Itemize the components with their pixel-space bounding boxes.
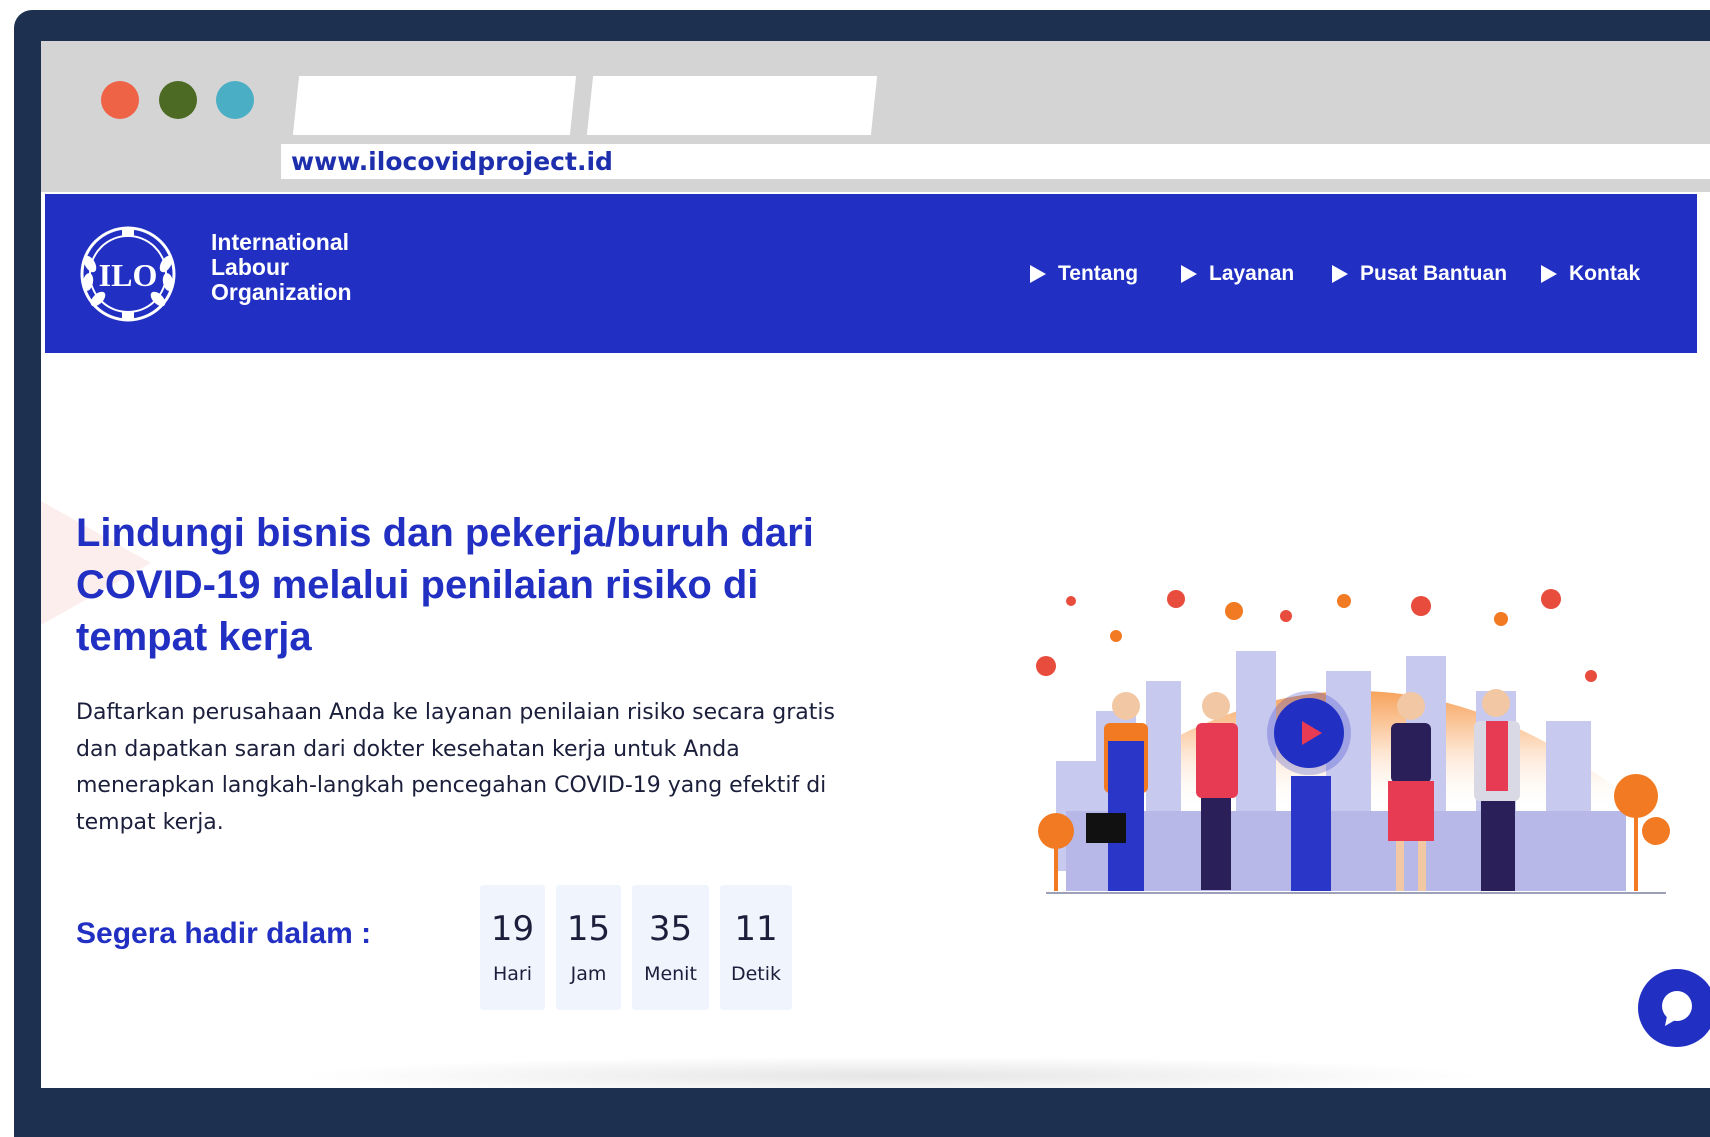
browser-chrome: www.ilocovidproject.id <box>41 41 1710 192</box>
countdown-label: Segera hadir dalam : <box>76 917 372 950</box>
countdown-value: 19 <box>490 909 535 949</box>
logo-line-1: International <box>211 229 350 255</box>
emblem-text: ILO <box>99 257 158 293</box>
nav-item-layanan[interactable]: Layanan <box>1181 194 1294 353</box>
chat-icon <box>1662 991 1692 1026</box>
countdown-unit: Detik <box>730 963 782 985</box>
triangle-right-icon <box>1541 264 1557 283</box>
browser-window: www.ilocovidproject.id ILO International… <box>41 41 1710 1088</box>
browser-tab-1[interactable] <box>292 76 577 135</box>
maximize-window-button[interactable] <box>216 81 254 119</box>
nav-label: Layanan <box>1209 261 1295 285</box>
nav-item-pusat-bantuan[interactable]: Pusat Bantuan <box>1332 194 1507 353</box>
triangle-right-icon <box>1181 264 1197 283</box>
browser-tab-2[interactable] <box>586 76 878 135</box>
countdown-days: 19 Hari <box>480 885 545 1010</box>
address-bar[interactable]: www.ilocovidproject.id <box>281 144 1710 179</box>
countdown-value: 11 <box>734 909 778 949</box>
countdown-unit: Menit <box>644 963 697 985</box>
countdown-hours: 15 Jam <box>556 885 621 1010</box>
close-window-button[interactable] <box>101 81 139 119</box>
nav-label: Tentang <box>1058 261 1139 285</box>
countdown-value: 35 <box>648 909 693 949</box>
hero-title: Lindungi bisnis dan pekerja/buruh dari C… <box>76 511 814 659</box>
nav-label: Kontak <box>1569 261 1641 285</box>
countdown-unit: Jam <box>570 963 607 985</box>
hero-description: Daftarkan perusahaan Anda ke layanan pen… <box>76 700 835 835</box>
triangle-right-icon <box>1030 264 1046 283</box>
countdown-value: 15 <box>566 909 611 949</box>
nav-item-tentang[interactable]: Tentang <box>1030 194 1138 353</box>
nav-label: Pusat Bantuan <box>1360 261 1508 285</box>
workers-illustration <box>1036 589 1670 894</box>
logo-text[interactable]: International Labour Organization <box>211 230 352 305</box>
countdown-unit: Hari <box>492 963 533 985</box>
countdown-seconds: 11 Detik <box>720 885 792 1010</box>
triangle-right-icon <box>1332 264 1348 283</box>
site-header: ILO International Labour Organization Te… <box>45 194 1697 353</box>
logo-line-3: Organization <box>211 279 352 305</box>
minimize-window-button[interactable] <box>159 81 197 119</box>
chat-button[interactable] <box>1638 969 1710 1047</box>
section-shadow <box>291 1056 1491 1088</box>
ilo-emblem-icon[interactable]: ILO <box>78 224 178 324</box>
nav-item-kontak[interactable]: Kontak <box>1541 194 1640 353</box>
countdown-minutes: 35 Menit <box>632 885 709 1010</box>
logo-line-2: Labour <box>211 254 289 280</box>
